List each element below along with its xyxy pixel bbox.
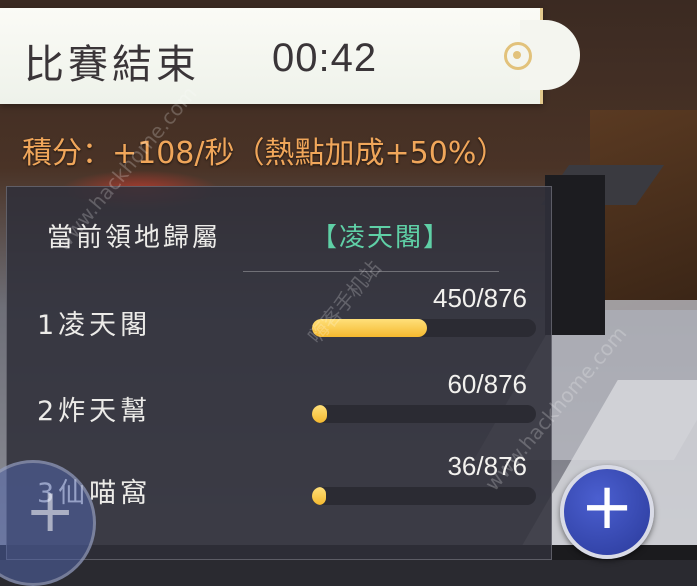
scene-wood-wall — [590, 110, 697, 310]
guild-progress-bar — [312, 319, 536, 337]
match-status-title: 比賽結束 — [24, 42, 200, 88]
plus-icon: + — [580, 470, 634, 544]
territory-owner-name: 【凌天閣】 — [311, 223, 452, 253]
guild-progress-bar — [312, 405, 536, 423]
guild-rank-row: 1凌天閣 450/876 — [7, 283, 553, 363]
add-button[interactable]: + — [560, 465, 654, 559]
guild-score-value: 60/876 — [447, 369, 527, 399]
guild-progress-fill — [312, 487, 326, 505]
plus-icon: + — [25, 476, 76, 546]
scene-block — [545, 175, 605, 335]
guild-rank-row: 2炸天幫 60/876 — [7, 369, 553, 449]
score-rate-text: 積分：+108/秒（熱點加成+50%） — [22, 136, 507, 171]
guild-rank-name: 1凌天閣 — [37, 310, 152, 341]
guild-rank-name: 2炸天幫 — [37, 396, 152, 427]
match-timer: 00:42 — [272, 36, 378, 80]
match-status-banner: 比賽結束 00:42 — [0, 8, 580, 104]
ring-ornament-icon — [504, 42, 532, 70]
guild-progress-fill — [312, 405, 328, 423]
